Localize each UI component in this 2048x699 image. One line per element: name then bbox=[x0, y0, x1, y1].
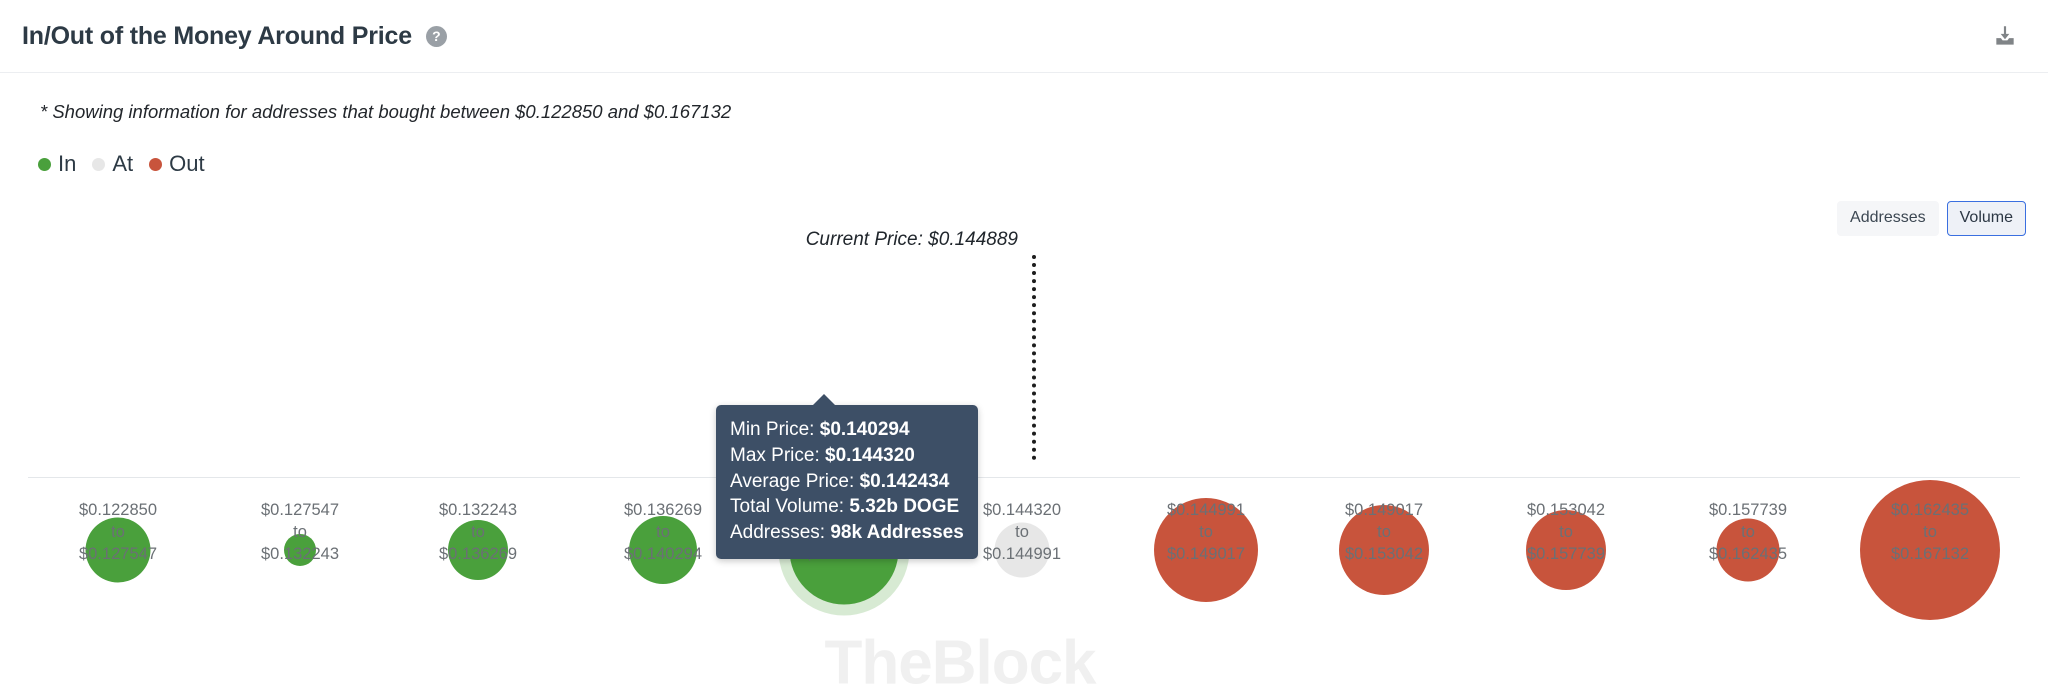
watermark: TheBlock bbox=[824, 628, 1096, 698]
legend-item-out[interactable]: Out bbox=[149, 151, 205, 176]
x-axis-label-1: $0.122850 to $0.127547 bbox=[79, 500, 157, 566]
x-label-low: $0.149017 bbox=[1345, 501, 1423, 519]
subtitle-note: * Showing information for addresses that… bbox=[40, 101, 732, 122]
x-axis-line bbox=[28, 477, 2020, 478]
tooltip-label-total-volume: Total Volume: bbox=[730, 496, 850, 518]
tooltip-label-max-price: Max Price: bbox=[730, 444, 826, 466]
x-axis-label-10: $0.157739 to $0.162435 bbox=[1709, 500, 1787, 566]
x-label-to: to bbox=[1015, 522, 1029, 541]
legend-label-at: At bbox=[112, 151, 134, 176]
x-label-high: $0.162435 bbox=[1709, 544, 1787, 563]
page-title: In/Out of the Money Around Price bbox=[22, 21, 412, 50]
download-icon[interactable] bbox=[1988, 19, 2022, 53]
x-label-low: $0.127547 bbox=[261, 501, 339, 519]
x-label-high: $0.157739 bbox=[1527, 544, 1605, 563]
tooltip-row-average-price: Average Price: $0.142434 bbox=[730, 469, 964, 495]
x-label-low: $0.162435 bbox=[1891, 501, 1969, 519]
metric-toggle-group: Addresses Volume bbox=[1837, 201, 2026, 236]
x-label-to: to bbox=[1741, 522, 1755, 541]
tab-volume[interactable]: Volume bbox=[1946, 201, 2026, 236]
tooltip-arrow bbox=[812, 394, 836, 406]
chart-widget: In/Out of the Money Around Price ? * Sho… bbox=[0, 0, 2048, 698]
x-label-low: $0.132243 bbox=[439, 501, 517, 519]
x-axis-label-9: $0.153042 to $0.157739 bbox=[1527, 500, 1605, 566]
tooltip-value-average-price: $0.142434 bbox=[859, 470, 950, 492]
x-axis-label-7: $0.144991 to $0.149017 bbox=[1167, 500, 1245, 566]
x-label-high: $0.127547 bbox=[79, 544, 157, 563]
plot-area: TheBlock Current Price: $0.144889 $0.122… bbox=[0, 229, 2048, 698]
x-label-to: to bbox=[1199, 522, 1213, 541]
tooltip-value-max-price: $0.144320 bbox=[825, 444, 915, 466]
legend-dot-in bbox=[38, 157, 51, 171]
x-label-high: $0.167132 bbox=[1891, 544, 1969, 563]
legend-label-out: Out bbox=[169, 151, 205, 176]
x-label-to: to bbox=[1923, 522, 1937, 541]
widget-header: In/Out of the Money Around Price ? bbox=[0, 0, 2048, 73]
x-label-low: $0.157739 bbox=[1709, 501, 1787, 519]
legend-item-in[interactable]: In bbox=[38, 153, 76, 175]
x-axis-label-2: $0.127547 to $0.132243 bbox=[261, 500, 339, 566]
x-label-high: $0.140294 bbox=[624, 544, 702, 563]
x-label-to: to bbox=[111, 522, 125, 541]
legend-item-at[interactable]: At bbox=[92, 153, 133, 175]
tooltip-value-total-volume: 5.32b DOGE bbox=[849, 496, 960, 518]
tooltip: Min Price: $0.140294 Max Price: $0.14432… bbox=[716, 394, 978, 560]
x-label-high: $0.132243 bbox=[261, 544, 339, 563]
x-label-low: $0.136269 bbox=[624, 501, 702, 519]
tooltip-label-average-price: Average Price: bbox=[730, 470, 860, 492]
x-label-to: to bbox=[1377, 522, 1391, 541]
tooltip-row-total-volume: Total Volume: 5.32b DOGE bbox=[730, 494, 964, 520]
tooltip-row-min-price: Min Price: $0.140294 bbox=[730, 417, 964, 443]
tooltip-row-addresses: Addresses: 98k Addresses bbox=[730, 520, 964, 546]
current-price-label: Current Price: $0.144889 bbox=[805, 229, 1018, 250]
legend: In At Out bbox=[38, 153, 205, 175]
current-price-line bbox=[1032, 255, 1036, 460]
x-label-low: $0.122850 bbox=[79, 501, 157, 519]
x-label-to: to bbox=[656, 522, 670, 541]
x-label-to: to bbox=[1559, 522, 1573, 541]
x-axis-label-3: $0.132243 to $0.136269 bbox=[439, 500, 517, 566]
x-axis-label-8: $0.149017 to $0.153042 bbox=[1345, 500, 1423, 566]
x-label-high: $0.144991 bbox=[983, 544, 1061, 563]
legend-dot-at bbox=[92, 157, 106, 171]
tooltip-label-addresses: Addresses: bbox=[730, 522, 831, 544]
tooltip-label-min-price: Min Price: bbox=[730, 419, 820, 440]
question-mark-icon[interactable]: ? bbox=[425, 25, 447, 47]
x-label-low: $0.144991 bbox=[1167, 501, 1245, 519]
legend-label-in: In bbox=[58, 151, 77, 176]
tooltip-value-addresses: 98k Addresses bbox=[830, 522, 964, 544]
tab-addresses[interactable]: Addresses bbox=[1837, 201, 1939, 236]
x-axis-label-6: $0.144320 to $0.144991 bbox=[983, 500, 1061, 566]
x-label-high: $0.153042 bbox=[1345, 544, 1423, 563]
x-label-to: to bbox=[471, 522, 485, 541]
x-label-low: $0.144320 bbox=[983, 501, 1061, 519]
x-label-high: $0.136269 bbox=[439, 544, 517, 563]
x-label-high: $0.149017 bbox=[1167, 544, 1245, 563]
tooltip-value-min-price: $0.140294 bbox=[819, 419, 910, 440]
x-axis-label-11: $0.162435 to $0.167132 bbox=[1891, 500, 1969, 566]
x-axis-label-4: $0.136269 to $0.140294 bbox=[624, 500, 702, 566]
tooltip-row-max-price: Max Price: $0.144320 bbox=[730, 443, 964, 469]
legend-dot-out bbox=[149, 157, 163, 171]
x-label-low: $0.153042 bbox=[1527, 501, 1605, 519]
x-label-to: to bbox=[293, 522, 307, 541]
